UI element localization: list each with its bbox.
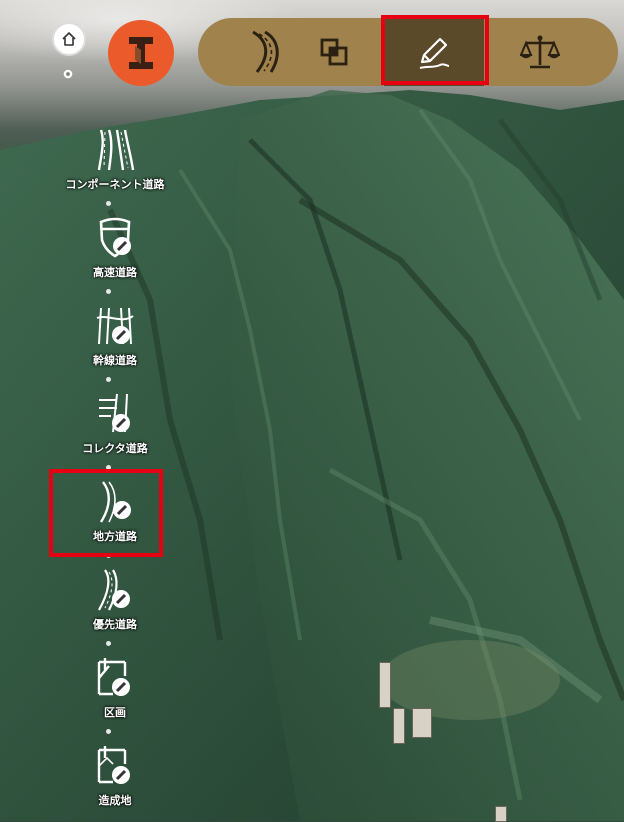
priority-road-icon: [98, 569, 130, 611]
separator-dot: [106, 729, 111, 734]
gear-icon: [63, 69, 73, 79]
building: [379, 662, 391, 708]
infraworks-logo-icon: [129, 37, 153, 69]
separator-dot: [106, 201, 111, 206]
separator-dot: [106, 289, 111, 294]
analysis-tool-button[interactable]: [490, 18, 590, 86]
component-road-icon: [97, 129, 135, 171]
brand-logo[interactable]: [108, 20, 174, 86]
sidebar-item-collector-road[interactable]: コレクタ道路: [40, 392, 190, 464]
grading-icon: [97, 746, 130, 784]
design-tool-highlight: [381, 15, 489, 85]
sidebar-item-label: 幹線道路: [93, 354, 137, 367]
arterial-road-icon: [96, 307, 134, 345]
sidebar-item-grading[interactable]: 造成地: [40, 744, 190, 816]
sidebar-item-label: 高速道路: [93, 266, 137, 279]
sidebar-item-label: 優先道路: [93, 618, 137, 631]
sidebar-item-label: コンポーネント道路: [65, 178, 165, 191]
layers-tool-button[interactable]: [284, 18, 384, 86]
sidebar-item-arterial-road[interactable]: 幹線道路: [40, 304, 190, 376]
building: [412, 708, 432, 738]
settings-button[interactable]: [61, 67, 75, 81]
sidebar-item-label: コレクタ道路: [82, 442, 148, 455]
balance-scale-icon: [520, 35, 560, 69]
road-curve-icon: [252, 30, 279, 73]
sidebar-item-label: 区画: [104, 706, 126, 719]
sidebar-item-label: 造成地: [98, 794, 132, 807]
sidebar-item-component-road[interactable]: コンポーネント道路: [40, 128, 190, 200]
local-road-highlight: [49, 469, 163, 557]
home-button[interactable]: [52, 22, 86, 56]
sidebar-item-priority-road[interactable]: 優先道路: [40, 568, 190, 640]
overlap-squares-icon: [320, 38, 348, 66]
separator-dot: [106, 377, 111, 382]
sidebar-item-parcel[interactable]: 区画: [40, 656, 190, 728]
highway-icon: [99, 217, 131, 258]
building: [393, 708, 405, 744]
sidebar-item-highway[interactable]: 高速道路: [40, 216, 190, 288]
home-icon: [62, 32, 76, 46]
separator-dot: [106, 641, 111, 646]
building: [495, 806, 507, 822]
parcel-icon: [97, 658, 130, 696]
collector-road-icon: [99, 393, 130, 433]
